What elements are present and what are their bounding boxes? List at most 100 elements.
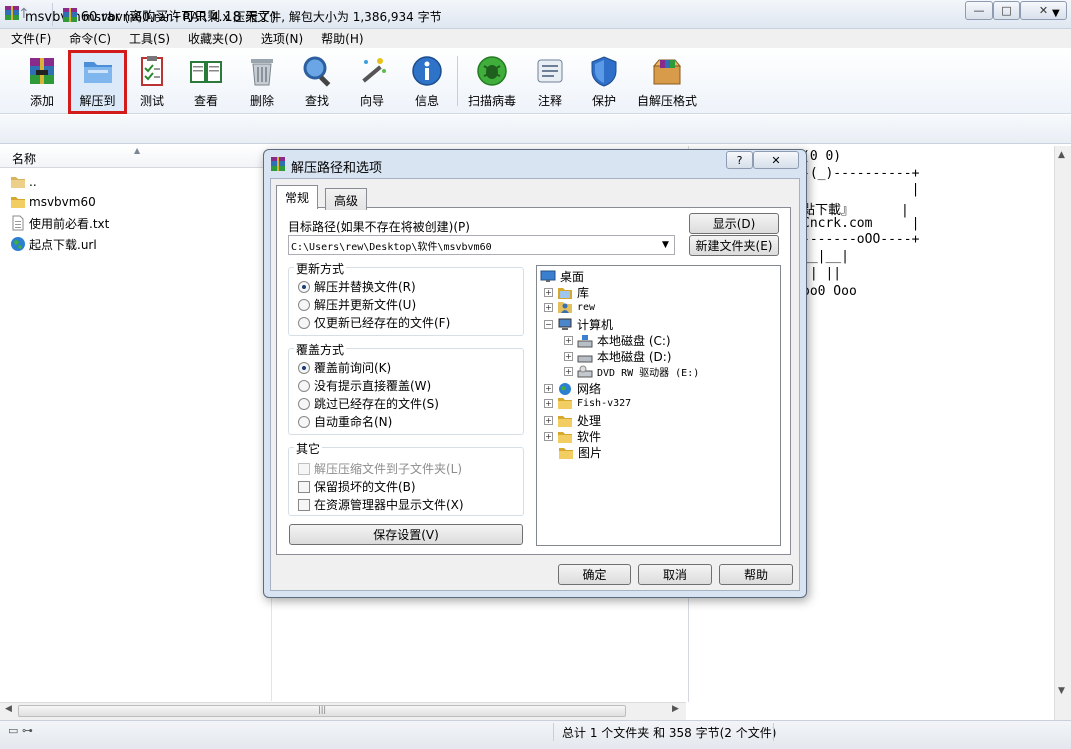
network-globe-icon [559,382,571,395]
library-icon [558,287,572,299]
name-column-header[interactable]: 名称 [12,150,36,167]
scroll-right-icon[interactable]: ▶ [672,704,679,714]
menu-bar: 文件(F) 命令(C) 工具(S) 收藏夹(O) 选项(N) 帮助(H) [0,29,1071,48]
expand-icon[interactable]: + [544,288,553,297]
tree-node-desktop[interactable]: 桌面 [540,268,584,285]
test-button[interactable]: 测试 [130,52,174,112]
radio-overwrite-silently[interactable]: 没有提示直接覆盖(W) [298,377,431,394]
checkbox-show-in-explorer[interactable]: 在资源管理器中显示文件(X) [298,496,464,513]
checkbox-extract-to-subfolder[interactable]: 解压压缩文件到子文件夹(L) [298,460,462,477]
file-name: .. [29,175,37,189]
dialog-title: 解压路径和选项 [291,161,383,176]
chevron-down-icon[interactable]: ▼ [662,240,669,250]
up-folder-button[interactable]: ↑ [18,6,30,22]
wizard-button[interactable]: 向导 [350,52,394,112]
list-item[interactable]: 使用前必看.txt [10,213,109,233]
help-button[interactable]: 帮助 [719,564,793,585]
status-bar [0,720,1071,749]
menu-options[interactable]: 选项(N) [250,30,310,47]
expand-icon[interactable]: + [564,336,573,345]
sfx-button[interactable]: 自解压格式 [636,52,698,112]
menu-help[interactable]: 帮助(H) [310,30,370,47]
scroll-up-icon[interactable]: ▲ [1058,150,1065,160]
overwrite-mode-title: 覆盖方式 [294,341,347,358]
tree-node-software[interactable]: + 软件 [544,428,601,445]
open-book-icon [190,61,222,83]
tree-node-computer[interactable]: − 计算机 [544,316,613,333]
status-separator [553,723,554,741]
tree-node-user[interactable]: + rew [544,300,595,314]
expand-icon[interactable]: + [544,432,553,441]
archive-add-icon [30,58,54,84]
menu-commands[interactable]: 命令(C) [58,30,118,47]
address-dropdown-icon[interactable]: ▼ [1052,8,1060,19]
tree-node-disk-d[interactable]: + 本地磁盘 (D:) [564,348,671,365]
minimize-button[interactable]: — [965,1,993,20]
tree-node-network[interactable]: + 网络 [544,380,601,397]
comment-line: oo0 Ooo [802,284,857,299]
view-button[interactable]: 查看 [183,52,229,112]
tree-node-disk-c[interactable]: + 本地磁盘 (C:) [564,332,671,349]
status-text: 总计 1 个文件夹 和 358 字节(2 个文件) [562,726,777,740]
comment-button[interactable]: 注释 [528,52,572,112]
tree-node-process[interactable]: + 处理 [544,412,601,429]
comment-line: -(_)----------+ [802,166,920,181]
radio-extract-replace[interactable]: 解压并替换文件(R) [298,278,416,295]
tab-general[interactable]: 常规 [276,185,319,209]
expand-icon[interactable]: + [544,416,553,425]
add-button[interactable]: 添加 [20,52,64,112]
radio-dot [298,316,310,329]
delete-button[interactable]: 删除 [240,52,284,112]
comment-icon [537,59,563,83]
tab-advanced[interactable]: 高级 [325,188,368,210]
dialog-close-button[interactable]: ✕ [753,151,799,169]
vertical-scrollbar[interactable] [1054,146,1071,720]
new-folder-button[interactable]: 新建文件夹(E) [689,235,779,256]
toolbar-separator [457,56,458,106]
info-button[interactable]: 信息 [405,52,449,112]
scroll-down-icon[interactable]: ▼ [1058,686,1065,696]
save-settings-button[interactable]: 保存设置(V) [289,524,523,545]
radio-fresh-existing[interactable]: 仅更新已经存在的文件(F) [298,314,450,331]
radio-auto-rename[interactable]: 自动重命名(N) [298,413,392,430]
list-item[interactable]: .. [10,172,37,192]
expand-icon[interactable]: + [564,352,573,361]
tree-node-library[interactable]: + 库 [544,284,589,301]
checklist-icon [141,56,163,86]
list-item[interactable]: msvbvm60 [10,192,96,212]
expand-icon[interactable]: + [544,384,553,393]
radio-skip-existing[interactable]: 跳过已经存在的文件(S) [298,395,439,412]
status-drive-key-icon: ▭ ⊶ [8,724,33,737]
shield-icon [591,56,617,87]
checkbox-box [298,498,310,511]
checkbox-keep-broken[interactable]: 保留损坏的文件(B) [298,478,416,495]
collapse-icon[interactable]: − [544,320,553,329]
menu-file[interactable]: 文件(F) [0,30,58,47]
tree-node-dvd[interactable]: + DVD RW 驱动器 (E:) [564,364,699,379]
scroll-left-icon[interactable]: ◀ [5,704,12,714]
show-button[interactable]: 显示(D) [689,213,779,234]
scan-virus-button[interactable]: 扫描病毒 [465,52,519,112]
misc-title: 其它 [294,440,323,457]
desktop-icon [540,270,556,282]
dialog-help-button[interactable]: ? [726,151,753,169]
radio-extract-update[interactable]: 解压并更新文件(U) [298,296,416,313]
menu-tools[interactable]: 工具(S) [118,30,177,47]
maximize-button[interactable]: □ [993,1,1020,20]
expand-icon[interactable]: + [544,302,553,312]
protect-button[interactable]: 保护 [582,52,626,112]
disk-drive-icon [577,334,593,347]
extract-to-button[interactable]: 解压到 [68,50,127,114]
find-button[interactable]: 查找 [295,52,339,112]
list-item[interactable]: 起点下载.url [10,234,97,254]
tree-node-pictures[interactable]: 图片 [558,444,602,461]
radio-ask-before[interactable]: 覆盖前询问(K) [298,359,391,376]
expand-icon[interactable]: + [544,398,553,408]
ok-button[interactable]: 确定 [558,564,631,585]
cancel-button[interactable]: 取消 [638,564,712,585]
dvd-drive-icon [577,365,593,377]
tree-node-fish[interactable]: + Fish-v327 [544,396,631,410]
menu-favorites[interactable]: 收藏夹(O) [177,30,250,47]
radio-dot [298,379,310,392]
expand-icon[interactable]: + [564,367,573,376]
